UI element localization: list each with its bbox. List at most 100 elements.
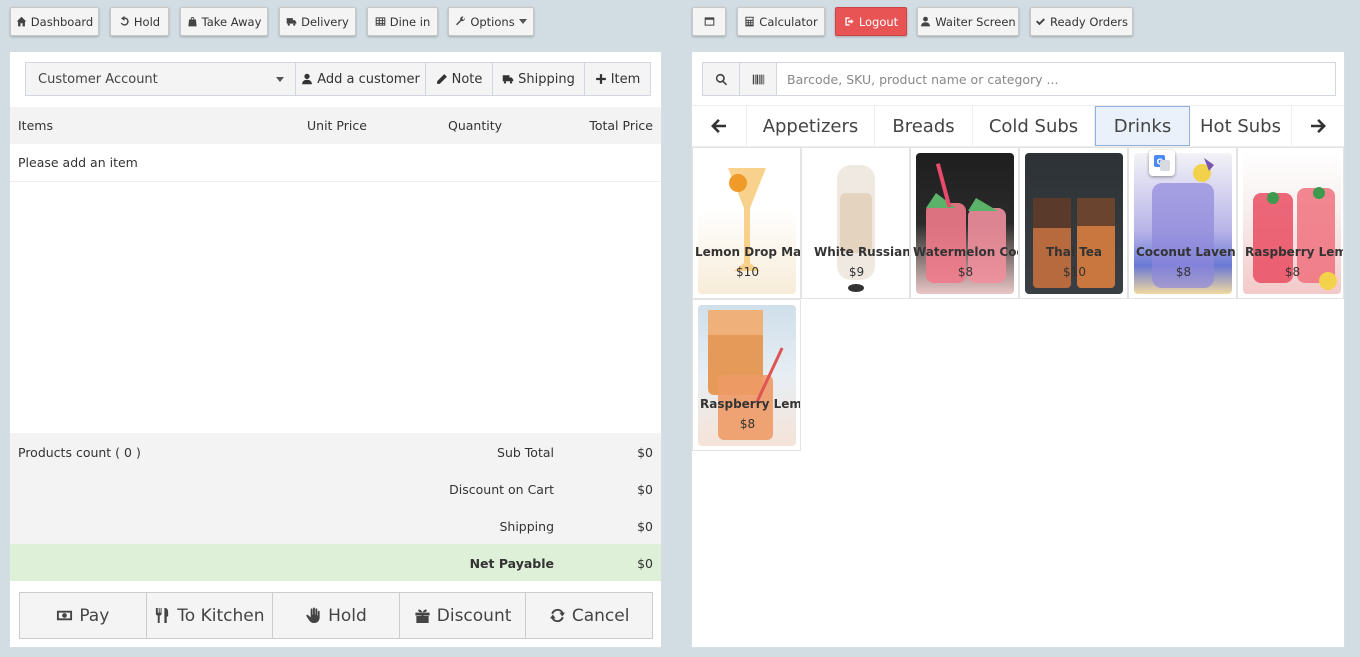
take-away-button[interactable]: Take Away	[180, 7, 268, 36]
col-items: Items	[18, 118, 53, 133]
products-panel: Appetizers Breads Cold Subs Drinks Hot S…	[691, 51, 1345, 648]
calculator-button[interactable]: Calculator	[737, 7, 825, 36]
hand-icon	[306, 607, 320, 624]
search-input[interactable]	[777, 63, 1335, 95]
tab-hot-subs[interactable]: Hot Subs	[1190, 106, 1292, 146]
cancel-button[interactable]: Cancel	[525, 592, 653, 639]
product-name: Lemon Drop Martini	[695, 245, 801, 259]
product-name: Coconut Lavender Lemonade	[1136, 245, 1236, 259]
check-icon	[1036, 18, 1045, 26]
hold-top-button[interactable]: Hold	[110, 7, 169, 36]
product-card[interactable]: White Russian $9	[801, 147, 910, 299]
shipping-button[interactable]: Shipping	[493, 63, 585, 95]
user-icon	[302, 73, 313, 85]
calculator-icon	[745, 16, 754, 27]
action-buttons: Pay To Kitchen Hold Discount Cancel	[19, 592, 653, 639]
truck-icon	[286, 18, 297, 26]
dine-in-label: Dine in	[389, 14, 431, 29]
tab-drinks[interactable]: Drinks	[1095, 106, 1190, 146]
barcode-button[interactable]	[740, 63, 777, 95]
fullscreen-button[interactable]	[692, 7, 726, 36]
waiter-screen-button[interactable]: Waiter Screen	[917, 7, 1019, 36]
hold-label: Hold	[328, 605, 367, 626]
calculator-label: Calculator	[759, 14, 818, 29]
product-card[interactable]: G Coconut Lavender Lemonade $8	[1128, 147, 1237, 299]
options-button[interactable]: Options	[448, 7, 534, 36]
empty-message: Please add an item	[18, 155, 138, 170]
logout-label: Logout	[858, 14, 899, 29]
truck-icon	[502, 75, 514, 84]
add-item-label: Item	[610, 71, 641, 87]
add-customer-button[interactable]: Add a customer	[296, 63, 426, 95]
tabs-prev-button[interactable]	[692, 106, 747, 146]
product-name: White Russian	[814, 245, 910, 259]
chevron-down-icon	[518, 19, 527, 24]
options-label: Options	[470, 14, 515, 29]
take-away-label: Take Away	[201, 14, 262, 29]
net-payable-label: Net Payable	[469, 556, 554, 571]
dashboard-button[interactable]: Dashboard	[10, 7, 99, 36]
product-price: $10	[1063, 265, 1086, 279]
waiter-screen-label: Waiter Screen	[935, 14, 1016, 29]
tabs-next-button[interactable]	[1292, 106, 1344, 146]
search-bar	[702, 62, 1336, 96]
add-item-button[interactable]: Item	[585, 63, 650, 95]
arrow-right-icon	[1311, 119, 1326, 133]
pay-button[interactable]: Pay	[19, 592, 147, 639]
dine-in-button[interactable]: Dine in	[367, 7, 438, 36]
add-customer-label: Add a customer	[317, 71, 420, 87]
logout-button[interactable]: Logout	[835, 7, 907, 36]
product-price: $8	[1175, 265, 1192, 279]
refresh-icon	[549, 608, 565, 623]
delivery-label: Delivery	[301, 14, 349, 29]
product-card[interactable]: Raspberry Lemonade $8	[692, 299, 801, 451]
to-kitchen-button[interactable]: To Kitchen	[145, 592, 274, 639]
sub-total-label: Sub Total	[497, 445, 554, 460]
home-icon	[16, 16, 27, 27]
shipping-cost-label: Shipping	[499, 519, 554, 534]
translate-icon[interactable]: G	[1149, 150, 1175, 176]
sub-total-value: $0	[637, 445, 653, 460]
tab-appetizers[interactable]: Appetizers	[747, 106, 875, 146]
delivery-button[interactable]: Delivery	[279, 7, 356, 36]
search-button[interactable]	[703, 63, 740, 95]
undo-icon	[120, 16, 129, 26]
category-tabs: Appetizers Breads Cold Subs Drinks Hot S…	[692, 105, 1344, 147]
ready-orders-label: Ready Orders	[1049, 14, 1129, 29]
summary-net-row: Net Payable $0	[10, 544, 661, 581]
ready-orders-button[interactable]: Ready Orders	[1030, 7, 1133, 36]
arrow-left-icon	[711, 119, 726, 133]
product-name: Watermelon Cooler	[913, 245, 1018, 259]
product-card[interactable]: Thai Tea $10	[1019, 147, 1128, 299]
note-label: Note	[451, 71, 483, 87]
pencil-icon	[436, 74, 447, 84]
product-name: Raspberry Lemonade	[700, 397, 801, 411]
search-icon	[715, 73, 727, 85]
customer-select[interactable]: Customer Account	[26, 63, 296, 95]
product-card[interactable]: Lemon Drop Martini $10	[692, 147, 801, 299]
window-icon	[704, 17, 714, 26]
dashboard-label: Dashboard	[30, 14, 94, 29]
product-card[interactable]: Watermelon Cooler $8	[910, 147, 1019, 299]
customer-bar: Customer Account Add a customer Note Shi…	[25, 62, 651, 96]
tab-breads[interactable]: Breads	[875, 106, 973, 146]
hold-top-label: Hold	[133, 14, 161, 29]
plus-icon	[595, 74, 606, 84]
product-price: $8	[1284, 265, 1301, 279]
col-total-price: Total Price	[589, 118, 653, 133]
hold-button[interactable]: Hold	[272, 592, 400, 639]
products-count: Products count ( 0 )	[18, 445, 141, 460]
product-card[interactable]: Raspberry Lemonade $8	[1237, 147, 1344, 299]
summary-shipping-row: Shipping $0	[10, 507, 661, 544]
cart-table-header: Items Unit Price Quantity Total Price	[10, 107, 661, 144]
tab-cold-subs[interactable]: Cold Subs	[973, 106, 1095, 146]
note-button[interactable]: Note	[426, 63, 493, 95]
barcode-icon	[752, 74, 764, 84]
discount-button[interactable]: Discount	[398, 592, 527, 639]
product-price: $8	[739, 417, 756, 431]
discount-btn-label: Discount	[436, 605, 512, 626]
discount-value: $0	[637, 482, 653, 497]
chevron-down-icon	[276, 76, 284, 82]
product-price: $8	[957, 265, 974, 279]
table-icon	[375, 17, 386, 26]
